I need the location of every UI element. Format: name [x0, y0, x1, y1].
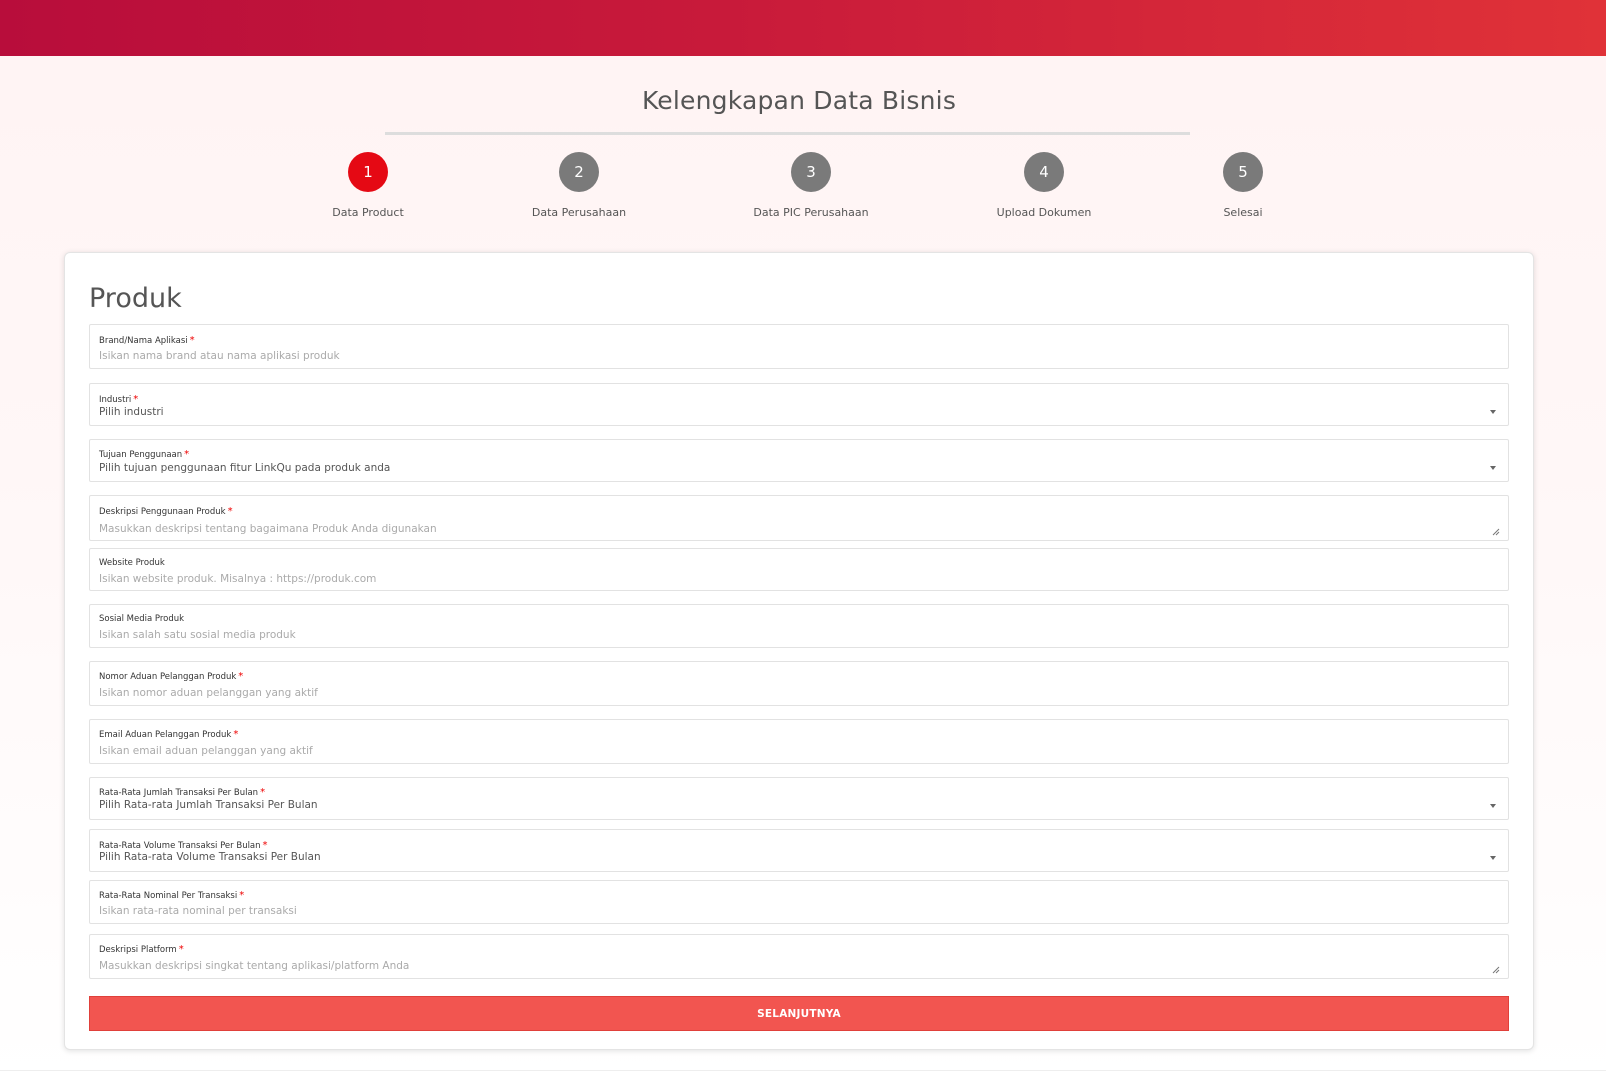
average-nominal-input[interactable]: Isikan rata-rata nominal per transaksi — [99, 905, 297, 917]
industry-select[interactable]: Industri * Pilih industri — [89, 383, 1509, 426]
website-input[interactable]: Isikan website produk. Misalnya : https:… — [99, 573, 376, 585]
usage-purpose-select[interactable]: Tujuan Penggunaan * Pilih tujuan pengguna… — [89, 439, 1509, 482]
step-label: Upload Dokumen — [996, 206, 1092, 219]
required-mark: * — [133, 394, 139, 405]
field-label: Tujuan Penggunaan * — [99, 449, 190, 460]
step-data-pic-perusahaan[interactable]: 3 Data PIC Perusahaan — [731, 152, 891, 219]
required-mark: * — [260, 787, 266, 798]
monthly-transaction-count-value[interactable]: Pilih Rata-rata Jumlah Transaksi Per Bul… — [99, 799, 318, 811]
form-title: Produk — [89, 283, 182, 314]
field-label: Rata-Rata Nominal Per Transaksi * — [99, 890, 245, 901]
complaint-phone-input[interactable]: Isikan nomor aduan pelanggan yang aktif — [99, 687, 318, 699]
step-number: 2 — [559, 152, 599, 192]
required-mark: * — [233, 729, 239, 740]
field-label: Brand/Nama Aplikasi * — [99, 335, 195, 346]
step-label: Data PIC Perusahaan — [753, 206, 869, 219]
step-label: Data Product — [332, 206, 404, 219]
monthly-transaction-volume-select[interactable]: Rata-Rata Volume Transaksi Per Bulan * Pi… — [89, 829, 1509, 872]
required-mark: * — [262, 840, 268, 851]
chevron-down-icon[interactable] — [1490, 466, 1496, 470]
complaint-email-field[interactable]: Email Aduan Pelanggan Produk * Isikan ema… — [89, 719, 1509, 764]
chevron-down-icon[interactable] — [1490, 804, 1496, 808]
field-label: Website Produk — [99, 558, 165, 568]
chevron-down-icon[interactable] — [1490, 856, 1496, 860]
required-mark: * — [227, 506, 233, 517]
step-number: 1 — [348, 152, 388, 192]
industry-select-value[interactable]: Pilih industri — [99, 406, 164, 418]
step-number: 4 — [1024, 152, 1064, 192]
platform-description-input[interactable]: Masukkan deskripsi singkat tentang aplik… — [99, 960, 409, 972]
step-upload-dokumen[interactable]: 4 Upload Dokumen — [964, 152, 1124, 219]
resize-handle-icon[interactable] — [1492, 966, 1500, 974]
step-number: 5 — [1223, 152, 1263, 192]
step-label: Selesai — [1223, 206, 1263, 219]
required-mark: * — [178, 944, 184, 955]
step-number: 3 — [791, 152, 831, 192]
required-mark: * — [184, 449, 190, 460]
next-button[interactable]: SELANJUTNYA — [89, 996, 1509, 1031]
monthly-transaction-count-select[interactable]: Rata-Rata Jumlah Transaksi Per Bulan * Pi… — [89, 777, 1509, 820]
field-label: Sosial Media Produk — [99, 614, 185, 624]
complaint-phone-field[interactable]: Nomor Aduan Pelanggan Produk * Isikan nom… — [89, 661, 1509, 706]
top-header-bar — [0, 0, 1606, 56]
required-mark: * — [239, 890, 245, 901]
page-title: Kelengkapan Data Bisnis — [641, 86, 957, 115]
brand-name-input[interactable]: Isikan nama brand atau nama aplikasi pro… — [99, 350, 340, 362]
usage-purpose-select-value[interactable]: Pilih tujuan penggunaan fitur LinkQu pad… — [99, 462, 390, 474]
bottom-divider — [0, 1070, 1606, 1071]
required-mark: * — [189, 335, 195, 346]
field-label: Email Aduan Pelanggan Produk * — [99, 729, 239, 740]
stepper-track — [385, 132, 1190, 135]
step-data-product[interactable]: 1 Data Product — [288, 152, 448, 219]
complaint-email-input[interactable]: Isikan email aduan pelanggan yang aktif — [99, 745, 313, 757]
field-label: Deskripsi Penggunaan Produk * — [99, 506, 233, 517]
social-media-field[interactable]: Sosial Media Produk Isikan salah satu so… — [89, 604, 1509, 648]
brand-name-field[interactable]: Brand/Nama Aplikasi * Isikan nama brand a… — [89, 324, 1509, 369]
field-label: Rata-Rata Volume Transaksi Per Bulan * — [99, 840, 268, 851]
product-form-card: Produk Brand/Nama Aplikasi * Isikan nama … — [64, 252, 1534, 1050]
resize-handle-icon[interactable] — [1492, 528, 1500, 536]
step-data-perusahaan[interactable]: 2 Data Perusahaan — [499, 152, 659, 219]
website-field[interactable]: Website Produk Isikan website produk. Mi… — [89, 548, 1509, 591]
required-mark: * — [238, 671, 244, 682]
usage-description-input[interactable]: Masukkan deskripsi tentang bagaimana Pro… — [99, 523, 437, 535]
chevron-down-icon[interactable] — [1490, 410, 1496, 414]
step-selesai[interactable]: 5 Selesai — [1163, 152, 1323, 219]
field-label: Nomor Aduan Pelanggan Produk * — [99, 671, 244, 682]
average-nominal-field[interactable]: Rata-Rata Nominal Per Transaksi * Isikan … — [89, 880, 1509, 924]
page-content: Kelengkapan Data Bisnis 1 Data Product 2… — [0, 56, 1606, 1082]
usage-description-textarea[interactable]: Deskripsi Penggunaan Produk * Masukkan de… — [89, 495, 1509, 541]
field-label: Rata-Rata Jumlah Transaksi Per Bulan * — [99, 787, 266, 798]
step-label: Data Perusahaan — [531, 206, 627, 219]
field-label: Deskripsi Platform * — [99, 944, 184, 955]
platform-description-textarea[interactable]: Deskripsi Platform * Masukkan deskripsi s… — [89, 934, 1509, 979]
social-media-input[interactable]: Isikan salah satu sosial media produk — [99, 629, 296, 641]
monthly-transaction-volume-value[interactable]: Pilih Rata-rata Volume Transaksi Per Bul… — [99, 851, 321, 863]
field-label: Industri * — [99, 394, 139, 405]
